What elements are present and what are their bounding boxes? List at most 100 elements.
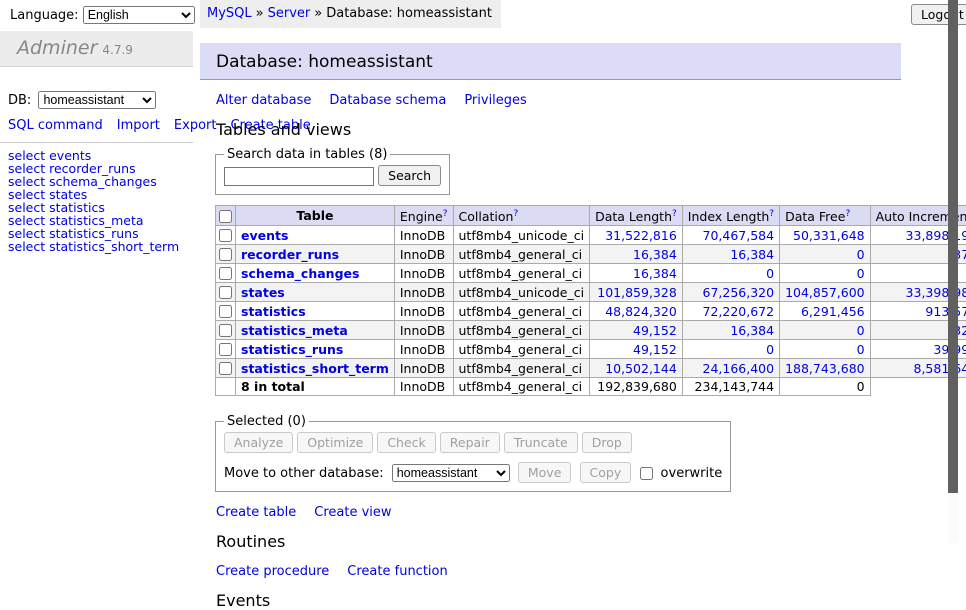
table-link-schema-changes[interactable]: schema_changes	[241, 266, 359, 281]
total-empty-cell	[216, 378, 236, 396]
move-db-select[interactable]: homeassistant	[392, 464, 510, 482]
scrollbar-track[interactable]	[948, 0, 958, 543]
index-length-link[interactable]: 67,256,320	[703, 285, 775, 300]
select-all-checkbox[interactable]	[219, 210, 232, 223]
breadcrumb-separator: »	[314, 6, 322, 21]
search-fieldset: Search data in tables (8) Search	[215, 147, 450, 195]
overwrite-checkbox[interactable]	[640, 467, 653, 480]
routine-link-create-procedure[interactable]: Create procedure	[216, 564, 329, 579]
index-length-link[interactable]: 16,384	[730, 247, 774, 262]
breadcrumb-separator: »	[256, 6, 264, 21]
column-header-data-length: Data Length?	[590, 206, 683, 226]
db-label: DB:	[8, 93, 31, 108]
db-selector-row: DB: homeassistant	[0, 67, 193, 109]
data-length-link[interactable]: 101,859,328	[597, 285, 677, 300]
row-checkbox-cell	[216, 283, 236, 302]
drop-button[interactable]: Drop	[582, 432, 632, 453]
row-checkbox-cell	[216, 264, 236, 283]
auto-increment-link[interactable]: 913,577	[925, 304, 966, 319]
create-link-create-table[interactable]: Create table	[216, 505, 296, 520]
table-link-statistics-runs[interactable]: statistics_runs	[241, 342, 343, 357]
data-length-cell: 101,859,328	[590, 283, 683, 302]
data-free-link[interactable]: 0	[857, 342, 865, 357]
index-length-link[interactable]: 0	[766, 266, 774, 281]
row-checkbox-statistics-runs[interactable]	[219, 343, 232, 356]
row-checkbox-statistics-meta[interactable]	[219, 324, 232, 337]
move-button[interactable]: Move	[518, 462, 572, 483]
data-length-link[interactable]: 48,824,320	[605, 304, 677, 319]
scrollbar-thumb[interactable]	[948, 0, 958, 493]
help-link-index-length[interactable]: ?	[769, 209, 774, 219]
data-free-link[interactable]: 188,743,680	[785, 361, 865, 376]
data-length-link[interactable]: 49,152	[633, 323, 677, 338]
data-free-cell: 6,291,456	[780, 302, 871, 321]
truncate-button[interactable]: Truncate	[504, 432, 578, 453]
data-length-link[interactable]: 16,384	[633, 247, 677, 262]
data-free-link[interactable]: 0	[857, 247, 865, 262]
repair-button[interactable]: Repair	[440, 432, 500, 453]
row-checkbox-cell	[216, 245, 236, 264]
index-length-link[interactable]: 72,220,672	[703, 304, 775, 319]
row-checkbox-states[interactable]	[219, 286, 232, 299]
data-length-cell: 49,152	[590, 321, 683, 340]
breadcrumb-link-server[interactable]: Server	[268, 6, 311, 21]
data-length-link[interactable]: 49,152	[633, 342, 677, 357]
analyze-button[interactable]: Analyze	[224, 432, 293, 453]
index-length-link[interactable]: 24,166,400	[703, 361, 775, 376]
check-button[interactable]: Check	[377, 432, 435, 453]
optimize-button[interactable]: Optimize	[297, 432, 373, 453]
create-link-create-view[interactable]: Create view	[314, 505, 391, 520]
help-link-collation[interactable]: ?	[513, 209, 518, 219]
engine-cell: InnoDB	[394, 264, 453, 283]
db-link-privileges[interactable]: Privileges	[464, 93, 527, 108]
sidebar-action-sql-command[interactable]: SQL command	[8, 118, 103, 133]
select-all-header-cell	[216, 206, 236, 226]
db-select[interactable]: homeassistant	[38, 91, 156, 109]
data-length-link[interactable]: 16,384	[633, 266, 677, 281]
column-header-data-free: Data Free?	[780, 206, 871, 226]
data-length-link[interactable]: 31,522,816	[605, 228, 677, 243]
table-link-states[interactable]: states	[241, 285, 285, 300]
row-checkbox-events[interactable]	[219, 229, 232, 242]
sidebar-link-select-statistics-short-term[interactable]: select statistics_short_term	[8, 240, 193, 253]
table-link-statistics-meta[interactable]: statistics_meta	[241, 323, 348, 338]
search-button[interactable]: Search	[378, 165, 441, 186]
index-length-link[interactable]: 0	[766, 342, 774, 357]
data-free-link[interactable]: 50,331,648	[793, 228, 865, 243]
routine-link-create-function[interactable]: Create function	[347, 564, 447, 579]
auto-increment-link[interactable]: 8,581,645	[914, 361, 966, 376]
data-free-link[interactable]: 0	[857, 323, 865, 338]
language-select[interactable]: English	[83, 6, 195, 24]
data-free-link[interactable]: 104,857,600	[785, 285, 865, 300]
index-length-cell: 72,220,672	[682, 302, 779, 321]
data-free-link[interactable]: 6,291,456	[801, 304, 865, 319]
collation-cell: utf8mb4_general_ci	[453, 264, 590, 283]
copy-button[interactable]: Copy	[580, 462, 632, 483]
db-link-database-schema[interactable]: Database schema	[329, 93, 446, 108]
sidebar: Language: English Adminer4.7.9 DB: homea…	[0, 0, 193, 543]
row-checkbox-schema-changes[interactable]	[219, 267, 232, 280]
breadcrumb-link-mysql[interactable]: MySQL	[207, 6, 252, 21]
table-link-recorder-runs[interactable]: recorder_runs	[241, 247, 339, 262]
index-length-link[interactable]: 16,384	[730, 323, 774, 338]
row-checkbox-recorder-runs[interactable]	[219, 248, 232, 261]
help-superscript: ?	[443, 207, 448, 219]
search-input[interactable]	[224, 167, 374, 186]
row-checkbox-statistics-short-term[interactable]	[219, 362, 232, 375]
data-free-link[interactable]: 0	[857, 266, 865, 281]
row-checkbox-statistics[interactable]	[219, 305, 232, 318]
table-header-row: TableEngine?Collation?Data Length?Index …	[216, 206, 966, 226]
data-length-link[interactable]: 10,502,144	[605, 361, 677, 376]
help-link-data-length[interactable]: ?	[672, 209, 677, 219]
help-link-engine[interactable]: ?	[443, 209, 448, 219]
db-link-alter-database[interactable]: Alter database	[216, 93, 311, 108]
help-link-data-free[interactable]: ?	[845, 209, 850, 219]
move-row: Move to other database: homeassistant Mo…	[224, 462, 722, 483]
sidebar-actions: SQL commandImportExportCreate table	[8, 118, 183, 134]
table-link-statistics-short-term[interactable]: statistics_short_term	[241, 361, 389, 376]
sidebar-action-import[interactable]: Import	[117, 118, 160, 133]
table-link-events[interactable]: events	[241, 228, 288, 243]
table-link-statistics[interactable]: statistics	[241, 304, 306, 319]
data-free-cell: 0	[780, 340, 871, 359]
index-length-link[interactable]: 70,467,584	[703, 228, 775, 243]
